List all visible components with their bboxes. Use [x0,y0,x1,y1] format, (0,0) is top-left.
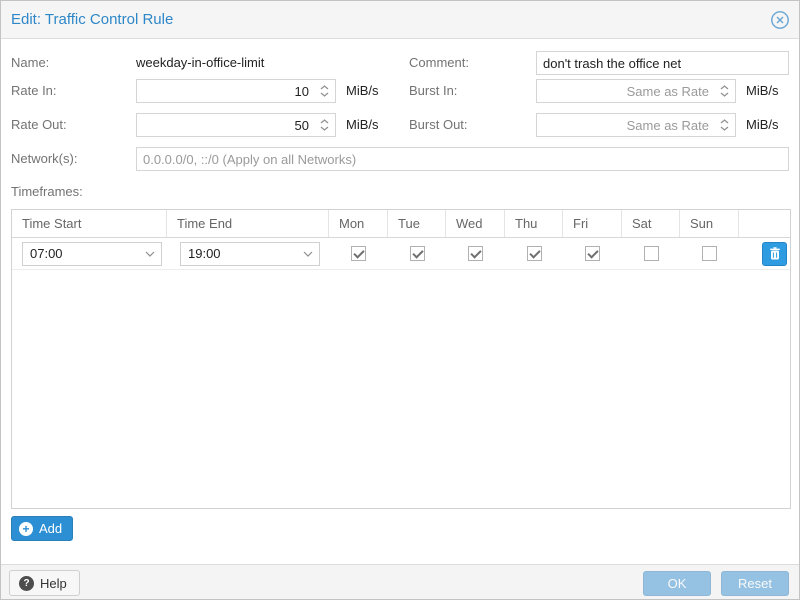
checkbox-thu[interactable] [527,246,542,261]
timeframes-grid: Time Start Time End Mon Tue Wed Thu Fri … [11,209,791,509]
time-start-value: 07:00 [23,246,139,261]
column-header-tue[interactable]: Tue [388,210,446,237]
name-label: Name: [11,51,49,75]
add-button[interactable]: + Add [11,516,73,541]
help-button[interactable]: ? Help [9,570,80,596]
checkbox-tue[interactable] [410,246,425,261]
rate-in-unit: MiB/s [346,79,379,103]
networks-label: Network(s): [11,147,77,171]
row-rate-in-burst-in: Rate In: MiB/s Burst In: MiB/s [1,79,799,103]
chevron-down-icon [320,126,329,131]
chevron-up-icon [320,85,329,90]
row-rate-out-burst-out: Rate Out: MiB/s Burst Out: MiB/s [1,113,799,137]
rate-in-spinner-field [136,79,336,103]
burst-in-spinner-field [536,79,736,103]
chevron-up-icon [320,119,329,124]
burst-out-spinner-field [536,113,736,137]
chevron-down-icon [720,92,729,97]
checkbox-mon[interactable] [351,246,366,261]
column-header-actions [739,210,790,237]
burst-out-input[interactable] [537,114,713,136]
chevron-up-icon [720,119,729,124]
add-button-label: Add [39,521,62,536]
edit-traffic-control-rule-dialog: Edit: Traffic Control Rule Name: weekday… [0,0,800,600]
checkbox-fri[interactable] [585,246,600,261]
networks-field[interactable] [136,147,789,171]
dialog-title: Edit: Traffic Control Rule [11,1,173,39]
reset-button[interactable]: Reset [721,571,789,596]
comment-label: Comment: [409,51,469,75]
rate-in-label: Rate In: [11,79,57,103]
help-button-label: Help [40,576,67,591]
comment-field[interactable] [536,51,789,75]
burst-in-unit: MiB/s [746,79,779,103]
chevron-up-icon [720,85,729,90]
burst-in-label: Burst In: [409,79,457,103]
column-header-time-start[interactable]: Time Start [12,210,167,237]
column-header-thu[interactable]: Thu [505,210,563,237]
row-name-comment: Name: weekday-in-office-limit Comment: [1,51,799,75]
rate-in-spin-buttons[interactable] [313,80,335,102]
rate-out-unit: MiB/s [346,113,379,137]
burst-in-input[interactable] [537,80,713,102]
chevron-down-icon[interactable] [139,251,161,257]
delete-row-button[interactable] [762,242,787,266]
close-icon[interactable] [770,10,790,30]
rate-out-input[interactable] [137,114,313,136]
burst-out-spin-buttons[interactable] [713,114,735,136]
name-value: weekday-in-office-limit [136,51,264,75]
column-header-fri[interactable]: Fri [563,210,622,237]
column-header-sat[interactable]: Sat [622,210,680,237]
timeframes-label: Timeframes: [11,180,83,204]
time-start-combobox[interactable]: 07:00 [22,242,162,266]
trash-icon [769,247,781,260]
row-networks: Network(s): [1,147,799,171]
dialog-footer: ? Help OK Reset [1,564,799,599]
rate-out-spinner-field [136,113,336,137]
dialog-titlebar: Edit: Traffic Control Rule [1,1,799,39]
plus-circle-icon: + [19,522,33,536]
burst-out-label: Burst Out: [409,113,468,137]
column-header-sun[interactable]: Sun [680,210,739,237]
time-end-combobox[interactable]: 19:00 [180,242,320,266]
rate-out-label: Rate Out: [11,113,67,137]
rate-out-spin-buttons[interactable] [313,114,335,136]
column-header-mon[interactable]: Mon [329,210,388,237]
timeframes-grid-header: Time Start Time End Mon Tue Wed Thu Fri … [12,210,790,238]
timeframe-row: 07:00 19:00 [12,238,790,270]
checkbox-sat[interactable] [644,246,659,261]
column-header-wed[interactable]: Wed [446,210,505,237]
burst-out-unit: MiB/s [746,113,779,137]
checkbox-wed[interactable] [468,246,483,261]
chevron-down-icon [320,92,329,97]
chevron-down-icon[interactable] [297,251,319,257]
checkbox-sun[interactable] [702,246,717,261]
ok-button[interactable]: OK [643,571,711,596]
rate-in-input[interactable] [137,80,313,102]
question-circle-icon: ? [19,576,34,591]
column-header-time-end[interactable]: Time End [167,210,329,237]
time-end-value: 19:00 [181,246,297,261]
burst-in-spin-buttons[interactable] [713,80,735,102]
chevron-down-icon [720,126,729,131]
